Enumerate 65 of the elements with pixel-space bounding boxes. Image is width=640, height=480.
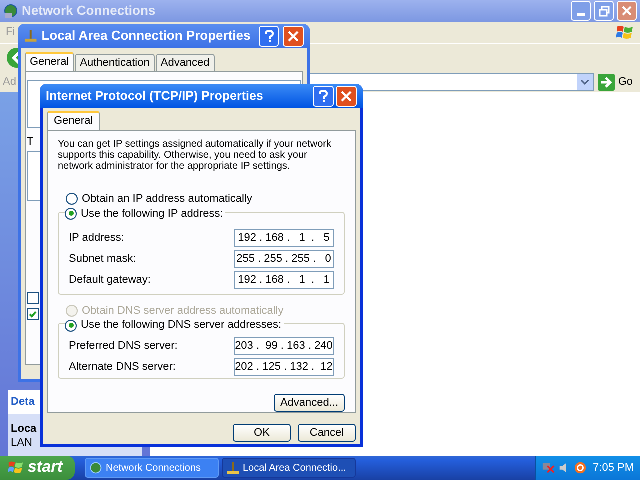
restore-button[interactable] xyxy=(594,1,614,21)
close-button[interactable] xyxy=(617,1,637,21)
details-text: Loca xyxy=(11,422,37,436)
ok-button[interactable]: OK xyxy=(233,424,291,442)
help-button[interactable] xyxy=(258,26,280,46)
description-text: You can get IP settings assigned automatically if your network supports this capability. Otherwise, you need to ask your network administrator for the appropriate IP settings. xyxy=(58,139,332,172)
tab[interactable]: General xyxy=(25,52,74,71)
window-title: Local Area Connection Properties xyxy=(42,27,251,46)
field-label: IP address: xyxy=(69,230,124,246)
radio-label: Obtain an IP address automatically xyxy=(82,192,252,207)
checkbox[interactable] xyxy=(27,292,39,304)
taskbar-button[interactable]: Local Area Connectio... xyxy=(222,458,356,478)
close-button[interactable] xyxy=(336,86,357,106)
field-label: Default gateway: xyxy=(69,272,151,288)
close-icon xyxy=(622,6,632,16)
radio-button[interactable] xyxy=(65,320,77,332)
details-title: Deta xyxy=(11,394,35,410)
radio-label: Use the following DNS server addresses: xyxy=(81,318,282,334)
dropdown-button[interactable] xyxy=(577,74,594,90)
radio-button[interactable] xyxy=(66,193,78,206)
ip-address-field[interactable]: 192 . 168 . 1 . 5 xyxy=(234,229,334,247)
details-text: LAN xyxy=(11,436,32,450)
field-label: Preferred DNS server: xyxy=(69,338,178,354)
tab[interactable]: General xyxy=(47,111,100,130)
window-title: Internet Protocol (TCP/IP) Properties xyxy=(46,88,264,105)
radio-label: Obtain DNS server address automatically xyxy=(82,304,284,319)
ip-address-field[interactable]: 203 . 99 . 163 . 240 xyxy=(234,336,334,355)
windows-flag-icon xyxy=(616,24,634,42)
ip-address-field[interactable]: 192 . 168 . 1 . 1 xyxy=(234,271,334,289)
field-label: Alternate DNS server: xyxy=(69,360,176,375)
window-title: Network Connections xyxy=(22,2,156,20)
close-icon xyxy=(288,30,300,42)
clock: 7:05 PM xyxy=(593,460,634,476)
tab[interactable]: Advanced xyxy=(156,54,215,71)
address-label: Ad xyxy=(3,74,16,90)
ip-address-field[interactable]: 255 . 255 . 255 . 0 xyxy=(234,250,334,268)
restore-icon xyxy=(598,6,610,16)
network-globe-icon xyxy=(89,461,103,475)
go-arrow-icon xyxy=(598,74,616,90)
checkbox[interactable] xyxy=(27,308,39,320)
field-label: Subnet mask: xyxy=(69,252,136,267)
minimize-icon xyxy=(577,13,585,16)
taskbar-button[interactable]: Network Connections xyxy=(85,458,219,478)
network-plug-icon xyxy=(226,461,240,475)
network-plug-icon xyxy=(24,29,38,43)
windows-flag-icon xyxy=(8,460,24,476)
network-warning-icon xyxy=(542,461,556,475)
ring-icon xyxy=(574,461,588,475)
minimize-button[interactable] xyxy=(571,1,591,21)
close-icon xyxy=(341,90,352,102)
advanced-button[interactable]: Advanced... xyxy=(274,394,345,412)
help-button[interactable] xyxy=(313,86,334,106)
question-mark-icon xyxy=(264,30,274,42)
cancel-button[interactable]: Cancel xyxy=(298,424,356,442)
caret-icon xyxy=(581,80,590,84)
label-text: T xyxy=(27,135,34,150)
check-icon xyxy=(29,310,37,318)
tab[interactable]: Authentication xyxy=(75,54,155,71)
radio-button[interactable] xyxy=(65,208,77,220)
ip-address-field[interactable]: 202 . 125 . 132 . 12 xyxy=(234,358,334,376)
network-globe-icon xyxy=(3,3,19,19)
close-button[interactable] xyxy=(283,26,304,46)
radio-label: Use the following IP address: xyxy=(81,206,224,222)
question-mark-icon xyxy=(319,90,328,102)
go-button[interactable]: Go xyxy=(598,74,637,90)
